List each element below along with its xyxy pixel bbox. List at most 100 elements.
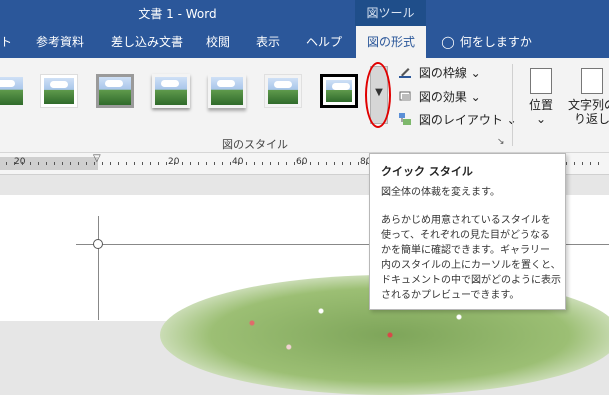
tooltip-subtitle: 図全体の体裁を変えます。 [381, 187, 500, 198]
ruler-tick [22, 162, 23, 165]
tell-me-search[interactable]: ◯ 何をしますか [440, 26, 532, 58]
ruler-tick [14, 162, 15, 165]
ruler-tick [294, 162, 295, 165]
ruler-tick [190, 162, 191, 165]
ruler-tick [6, 162, 7, 165]
ruler-tick [30, 162, 31, 165]
ruler-tick [134, 162, 135, 165]
picture-layout-button[interactable]: 図のレイアウト ⌄ [398, 111, 517, 129]
ribbon-picture-format: ▼ 図の枠線 ⌄ 図の効果 ⌄ 図のレイアウト ⌄ 図のスタイル ↘ 位置 ⌄ … [0, 58, 609, 153]
position-icon [530, 68, 552, 94]
picture-border-button[interactable]: 図の枠線 ⌄ [398, 64, 481, 82]
picture-effects-button[interactable]: 図の効果 ⌄ [398, 88, 481, 106]
wrap-text-label-line1: 文字列の [567, 98, 609, 112]
tab-references[interactable]: 参考資料 [36, 26, 84, 58]
picture-layout-label: 図のレイアウト [418, 113, 503, 127]
ruler-tick [214, 162, 215, 165]
wrap-text-button[interactable]: 文字列の り返し [562, 68, 609, 126]
ruler-tick [102, 162, 103, 165]
tooltip-description-line: されるかプレビューできます。 [381, 290, 520, 301]
tooltip-description-line: あらかじめ用意されているスタイルを [381, 215, 551, 226]
margin-guide-vertical [98, 216, 99, 320]
ruler-tick [38, 162, 39, 165]
ruler-tick [46, 162, 47, 165]
ruler-tick [310, 162, 311, 165]
tooltip-description-line: かを簡単に確認できます。ギャラリー [381, 245, 550, 256]
ruler-tick [358, 162, 359, 165]
ruler-tick [350, 162, 351, 165]
ruler-tick [206, 162, 207, 165]
ruler-tick [286, 162, 287, 165]
ruler-tick [590, 162, 591, 165]
picture-resize-handle[interactable] [93, 239, 103, 249]
picture-style-thumb[interactable] [152, 74, 190, 108]
ruler-tick [318, 162, 319, 165]
ruler-tick [118, 162, 119, 165]
document-title: 文書 1 - Word [138, 7, 217, 21]
picture-style-thumb[interactable] [0, 74, 26, 108]
ruler-tick [262, 162, 263, 165]
ruler-tick [150, 162, 151, 165]
ruler-tick [302, 162, 303, 165]
quick-styles-tooltip: クイック スタイル 図全体の体裁を変えます。 あらかじめ用意されているスタイルを… [369, 153, 566, 310]
wrap-text-label-line2: り返し [573, 112, 609, 126]
ruler-tick [230, 162, 231, 165]
tab-insert-partial[interactable]: ト [0, 26, 12, 58]
ruler-tick [278, 162, 279, 165]
tell-me-label: 何をしますか [459, 35, 532, 49]
ruler-tick [126, 162, 127, 165]
ruler-tick [582, 162, 583, 165]
group-separator [512, 64, 513, 146]
tab-help[interactable]: ヘルプ [306, 26, 342, 58]
tab-mailings[interactable]: 差し込み文書 [111, 26, 183, 58]
ruler-tick [270, 162, 271, 165]
picture-style-thumb[interactable] [40, 74, 78, 108]
ruler-tick [94, 162, 95, 165]
ruler-tick [110, 162, 111, 165]
ruler-tick [326, 162, 327, 165]
position-label: 位置 [528, 98, 553, 112]
tooltip-description-line: ドキュメントの中で図がどのように表示 [381, 275, 561, 286]
chevron-down-icon: ⌄ [470, 66, 481, 80]
ruler-tick [54, 162, 55, 165]
picture-border-label: 図の枠線 [418, 66, 467, 80]
title-bar: 文書 1 - Word 図ツール [0, 0, 609, 26]
picture-styles-group-label: 図のスタイル [222, 138, 288, 151]
ruler-tick [254, 162, 255, 165]
chevron-down-icon: ⌄ [470, 90, 481, 104]
ruler-tick [158, 162, 159, 165]
picture-style-thumb[interactable] [96, 74, 134, 108]
picture-style-thumb[interactable] [264, 74, 302, 108]
chevron-down-icon: ⌄ [535, 112, 547, 126]
effects-icon [399, 91, 411, 101]
ruler-number: 20 [14, 157, 26, 167]
ruler-tick [574, 162, 575, 165]
picture-effects-label: 図の効果 [418, 90, 467, 104]
ruler-tick [166, 162, 167, 165]
ruler-tick [78, 162, 79, 165]
ruler-tick [62, 162, 63, 165]
picture-style-thumb-selected[interactable] [320, 74, 358, 108]
annotation-circle [365, 62, 391, 128]
ruler-tick [238, 162, 239, 165]
ruler-tick [334, 162, 335, 165]
ruler-tick [182, 162, 183, 165]
ruler-tick [342, 162, 343, 165]
tab-view[interactable]: 表示 [256, 26, 280, 58]
smartart-layout-icon [399, 113, 411, 125]
pen-border-icon [399, 68, 411, 78]
position-button[interactable]: 位置 ⌄ [524, 68, 558, 126]
ruler-tick [222, 162, 223, 165]
ruler-tick [86, 162, 87, 165]
tooltip-title: クイック スタイル [381, 165, 473, 178]
tab-picture-format[interactable]: 図の形式 [356, 26, 426, 59]
dialog-launcher-icon[interactable]: ↘ [497, 137, 505, 147]
ruler-tick [366, 162, 367, 165]
picture-style-thumb[interactable] [208, 74, 246, 108]
tooltip-description-line: 内のスタイルの上にカーソルを置くと、 [381, 260, 561, 271]
ruler-tick [246, 162, 247, 165]
ruler-tick [566, 162, 567, 165]
ruler-tick [174, 162, 175, 165]
tab-review[interactable]: 校閲 [206, 26, 230, 58]
ruler-tick [70, 162, 71, 165]
